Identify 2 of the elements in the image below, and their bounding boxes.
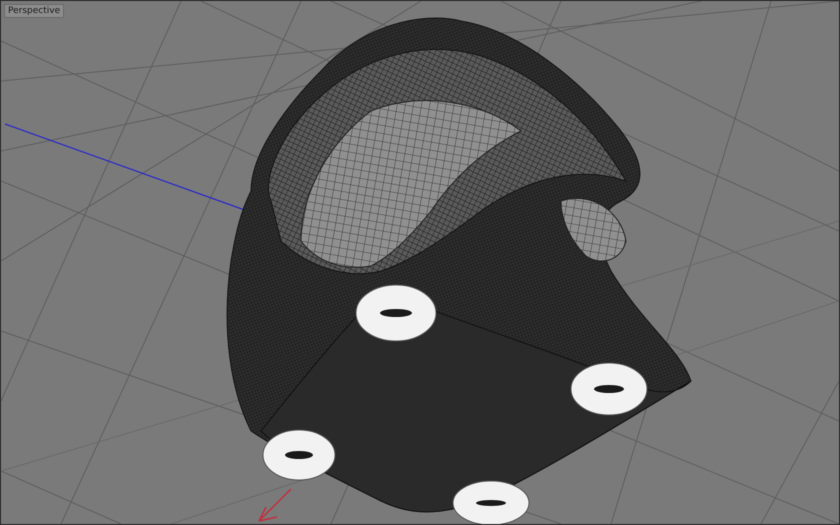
axis-icon bbox=[258, 488, 292, 522]
viewport-title[interactable]: Perspective bbox=[4, 4, 64, 18]
